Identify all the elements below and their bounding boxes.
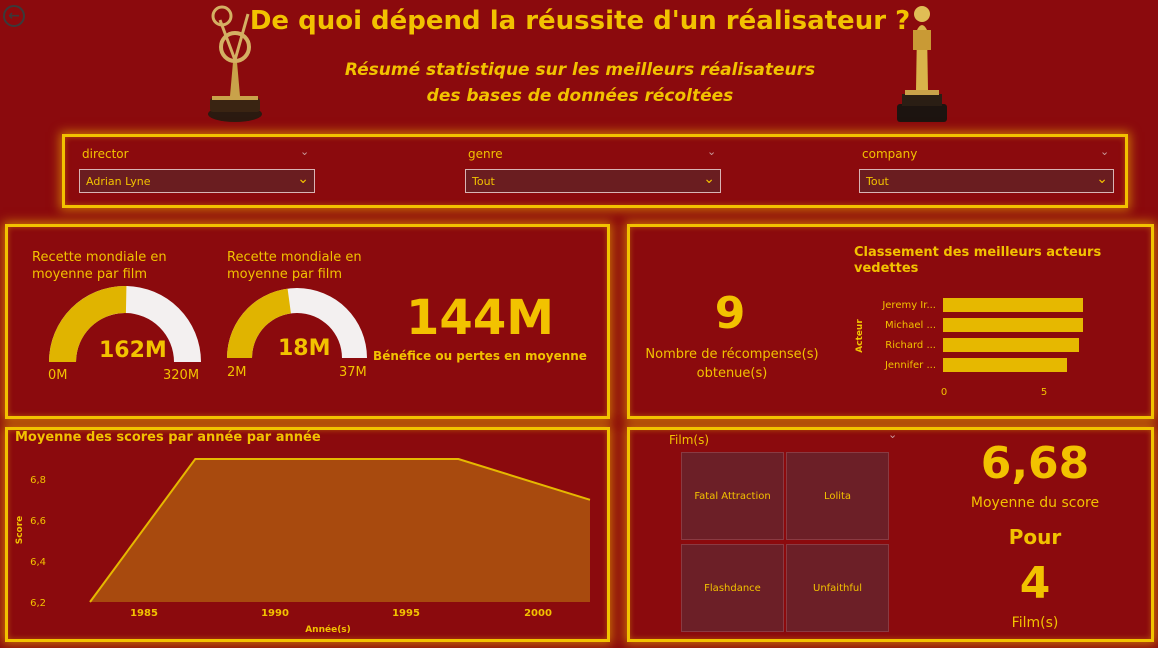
awards-value: 9 bbox=[714, 288, 746, 339]
film-count-value: 4 bbox=[1019, 558, 1051, 609]
scores-y-tick: 6,8 bbox=[30, 475, 46, 486]
scores-chart-title: Moyenne des scores par année par année bbox=[15, 430, 321, 445]
chevron-down-icon[interactable]: ⌄ bbox=[707, 145, 716, 158]
gauge-2-max: 37M bbox=[339, 365, 367, 380]
scores-x-tick: 1995 bbox=[392, 608, 420, 619]
film-tile[interactable]: Fatal Attraction bbox=[681, 452, 784, 540]
page-subtitle-line1: Résumé statistique sur les meilleurs réa… bbox=[344, 60, 816, 80]
gauge-2-label: Recette mondiale en moyenne par film bbox=[227, 250, 362, 282]
film-count-label: Film(s) bbox=[1011, 615, 1059, 631]
genre-dropdown[interactable]: Tout ⌄ bbox=[465, 169, 721, 193]
film-tile[interactable]: Lolita bbox=[786, 452, 889, 540]
awards-label: Nombre de récompense(s) obtenue(s) bbox=[645, 347, 819, 381]
scores-x-tick: 1985 bbox=[130, 608, 158, 619]
actor-label: Jeremy Ir... bbox=[881, 300, 936, 311]
gauge-1-value: 162M bbox=[99, 338, 167, 363]
scores-y-tick: 6,2 bbox=[30, 598, 46, 609]
actor-bar[interactable] bbox=[943, 358, 1067, 372]
actor-bar[interactable] bbox=[943, 338, 1079, 352]
director-dropdown-value: Adrian Lyne bbox=[86, 175, 151, 188]
films-slicer-label: Film(s) bbox=[669, 433, 710, 447]
actors-chart-title: Classement des meilleurs acteurs vedette… bbox=[854, 245, 1102, 276]
scores-x-tick: 1990 bbox=[261, 608, 289, 619]
scores-area-fill bbox=[90, 459, 590, 602]
scores-x-axis-label: Année(s) bbox=[305, 624, 351, 635]
actors-y-axis-label: Acteur bbox=[855, 319, 865, 353]
back-button[interactable]: ← bbox=[3, 5, 25, 27]
actor-label: Michael ... bbox=[885, 320, 936, 331]
chevron-down-icon[interactable]: ⌄ bbox=[300, 145, 309, 158]
actor-bar[interactable] bbox=[943, 318, 1083, 332]
actors-x-tick-5: 5 bbox=[1041, 387, 1047, 398]
page-title: De quoi dépend la réussite d'un réalisat… bbox=[249, 6, 911, 36]
chevron-down-icon[interactable]: ⌄ bbox=[1100, 145, 1109, 158]
film-tile[interactable]: Unfaithful bbox=[786, 544, 889, 632]
score-average-value: 6,68 bbox=[980, 438, 1090, 489]
page-subtitle-line2: des bases de données récoltées bbox=[426, 86, 734, 106]
actor-label: Richard ... bbox=[885, 340, 936, 351]
gauge-1-max: 320M bbox=[163, 368, 200, 383]
score-average-label: Moyenne du score bbox=[970, 495, 1100, 511]
gauge-2-min: 2M bbox=[227, 365, 247, 380]
back-arrow-icon: ← bbox=[8, 8, 20, 24]
actors-x-tick-0: 0 bbox=[941, 387, 947, 398]
pour-label: Pour bbox=[1008, 525, 1062, 549]
scores-area-chart: Score 6,8 6,6 6,4 6,2 1985 1990 1995 200… bbox=[15, 458, 591, 635]
scores-y-axis-label: Score bbox=[15, 516, 25, 545]
gauge-2-value: 18M bbox=[278, 336, 331, 361]
chevron-down-icon: ⌄ bbox=[297, 171, 309, 187]
scores-y-tick: 6,4 bbox=[30, 557, 46, 568]
chevron-down-icon: ⌄ bbox=[703, 171, 715, 187]
film-tile[interactable]: Flashdance bbox=[681, 544, 784, 632]
company-dropdown-value: Tout bbox=[866, 175, 889, 188]
gauge-1-min: 0M bbox=[48, 368, 68, 383]
chevron-down-icon: ⌄ bbox=[1096, 171, 1108, 187]
actor-bar[interactable] bbox=[943, 298, 1083, 312]
genre-dropdown-value: Tout bbox=[472, 175, 495, 188]
director-filter-label: director bbox=[82, 147, 129, 161]
scores-x-tick: 2000 bbox=[524, 608, 552, 619]
genre-filter-label: genre bbox=[468, 147, 503, 161]
profit-value: 144M bbox=[406, 290, 554, 346]
actors-bar-chart: Acteur Jeremy Ir... Michael ... Richard ..… bbox=[855, 298, 1083, 398]
gauge-1-label: Recette mondiale en moyenne par film bbox=[32, 250, 167, 282]
company-dropdown[interactable]: Tout ⌄ bbox=[859, 169, 1114, 193]
company-filter-label: company bbox=[862, 147, 918, 161]
scores-y-tick: 6,6 bbox=[30, 516, 46, 527]
director-dropdown[interactable]: Adrian Lyne ⌄ bbox=[79, 169, 315, 193]
chevron-down-icon[interactable]: ⌄ bbox=[888, 428, 897, 441]
actor-label: Jennifer ... bbox=[884, 360, 936, 371]
profit-label: Bénéfice ou pertes en moyenne bbox=[373, 349, 587, 363]
